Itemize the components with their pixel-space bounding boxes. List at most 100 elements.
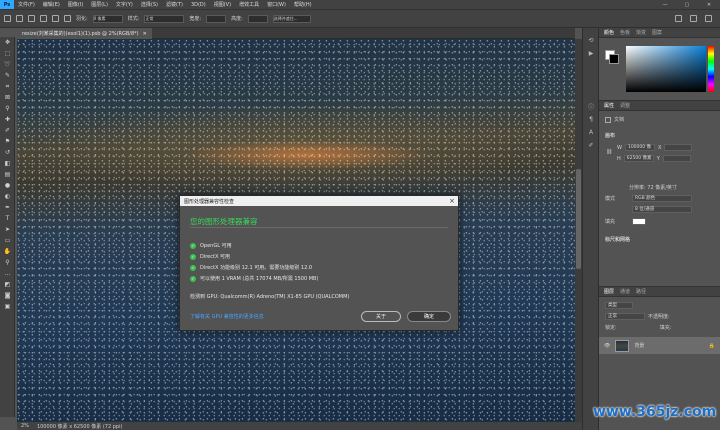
canvas-y-input[interactable] xyxy=(662,155,691,162)
menu-type[interactable]: 文字(Y) xyxy=(112,1,137,8)
canvas-x-input[interactable] xyxy=(664,144,693,151)
check-text: OpenGL 可用 xyxy=(200,243,232,249)
marquee-tool-icon[interactable] xyxy=(16,15,23,22)
tab-color[interactable]: 颜色 xyxy=(604,29,614,36)
check-text: DirectX 可用 xyxy=(200,254,230,260)
ok-button[interactable]: 确定 xyxy=(407,311,451,322)
add-selection-icon[interactable] xyxy=(40,15,47,22)
subtract-selection-icon[interactable] xyxy=(52,15,59,22)
brush-settings-icon[interactable]: ✐ xyxy=(583,139,599,152)
menu-plugins[interactable]: 增效工具 xyxy=(235,1,263,8)
fill-swatch[interactable] xyxy=(632,218,646,225)
frame-tool-icon[interactable]: ⊠ xyxy=(0,92,15,103)
link-icon[interactable]: ⛓ xyxy=(606,149,612,155)
about-button[interactable]: 关于 xyxy=(361,311,401,322)
stamp-tool-icon[interactable]: ⚑ xyxy=(0,136,15,147)
minimize-icon[interactable]: — xyxy=(654,2,676,8)
intersect-selection-icon[interactable] xyxy=(64,15,71,22)
history-icon[interactable]: ⟲ xyxy=(583,34,599,47)
canvas-width-input[interactable]: 100000 像 xyxy=(624,144,655,151)
tab-properties[interactable]: 属性 xyxy=(604,102,614,109)
quick-mask-icon[interactable]: ◙ xyxy=(0,290,15,301)
search-icon[interactable] xyxy=(675,15,682,22)
gradient-tool-icon[interactable]: ▤ xyxy=(0,169,15,180)
background-color-swatch[interactable] xyxy=(609,54,619,64)
gpu-learn-more-link[interactable]: 了解有关 GPU 兼容性的更多信息 xyxy=(190,313,264,320)
dodge-tool-icon[interactable]: ◐ xyxy=(0,191,15,202)
menu-image[interactable]: 图像(I) xyxy=(64,1,87,8)
tab-channels[interactable]: 通道 xyxy=(620,288,630,295)
menu-select[interactable]: 选择(S) xyxy=(137,1,162,8)
layer-row[interactable]: 👁 背景 🔒 xyxy=(599,337,720,354)
character-icon[interactable]: A xyxy=(583,126,599,139)
eyedropper-tool-icon[interactable]: ⚲ xyxy=(0,103,15,114)
color-picker-field[interactable] xyxy=(626,46,706,92)
maximize-icon[interactable]: ▢ xyxy=(676,2,698,8)
x-label: X xyxy=(657,144,662,151)
blur-tool-icon[interactable]: ● xyxy=(0,180,15,191)
actions-icon[interactable]: ▶ xyxy=(583,47,599,60)
tab-adjustments[interactable]: 调整 xyxy=(620,102,630,109)
menu-help[interactable]: 帮助(H) xyxy=(290,1,316,8)
quick-select-tool-icon[interactable]: ✎ xyxy=(0,70,15,81)
menu-view[interactable]: 视图(V) xyxy=(210,1,235,8)
home-icon[interactable] xyxy=(4,15,11,22)
menu-filter[interactable]: 滤镜(T) xyxy=(162,1,187,8)
menu-file[interactable]: 文件(F) xyxy=(14,1,39,8)
tab-swatches[interactable]: 色板 xyxy=(620,29,630,36)
mode-select[interactable]: RGB 颜色 xyxy=(632,195,692,202)
lasso-tool-icon[interactable]: ➰ xyxy=(0,59,15,70)
foreground-background-icon[interactable]: ◩ xyxy=(0,279,15,290)
dialog-close-icon[interactable]: × xyxy=(446,196,458,206)
menu-layer[interactable]: 图层(L) xyxy=(87,1,112,8)
close-window-icon[interactable]: ✕ xyxy=(698,2,720,8)
info-icon[interactable]: ⓘ xyxy=(583,100,599,113)
tab-paths[interactable]: 路径 xyxy=(636,288,646,295)
close-tab-icon[interactable]: ✕ xyxy=(143,31,147,37)
tab-gradients[interactable]: 渐变 xyxy=(636,29,646,36)
path-select-tool-icon[interactable]: ➤ xyxy=(0,224,15,235)
width-input[interactable] xyxy=(206,14,227,23)
layer-kind-select[interactable]: 类型 xyxy=(605,302,633,309)
healing-brush-tool-icon[interactable]: ✚ xyxy=(0,114,15,125)
move-tool-icon[interactable]: ✥ xyxy=(0,37,15,48)
vertical-scrollbar[interactable] xyxy=(575,39,582,422)
gpu-info: 检测到 GPU: Qualcomm(R) Adreno(TM) X1-85 GP… xyxy=(190,294,350,300)
type-tool-icon[interactable]: T xyxy=(0,213,15,224)
menu-edit[interactable]: 编辑(E) xyxy=(39,1,64,8)
document-tab[interactable]: resize(刘某采集的)(esol1)(1).psb @ 2%(RGB/8*)… xyxy=(17,28,152,39)
visibility-eye-icon[interactable]: 👁 xyxy=(604,343,610,349)
select-and-mask-button[interactable]: 选择并遮住... xyxy=(272,14,311,23)
mode-row: 模式 RGB 颜色 xyxy=(605,195,692,202)
hand-tool-icon[interactable]: ✋ xyxy=(0,246,15,257)
workspace-icon[interactable] xyxy=(690,15,697,22)
canvas-height-input[interactable]: 62500 像素 xyxy=(623,155,654,162)
scroll-thumb[interactable] xyxy=(576,169,581,269)
marquee-tool-icon[interactable]: ⬚ xyxy=(0,48,15,59)
menu-window[interactable]: 窗口(W) xyxy=(263,1,290,8)
rulers-grid-header[interactable]: 标尺和网格 xyxy=(605,236,630,243)
more-tools-icon[interactable]: … xyxy=(0,268,15,279)
feather-input[interactable]: 0 像素 xyxy=(92,14,123,23)
crop-tool-icon[interactable]: ⌗ xyxy=(0,81,15,92)
share-icon[interactable] xyxy=(705,15,712,22)
menu-3d[interactable]: 3D(D) xyxy=(187,2,210,8)
tab-layers[interactable]: 图层 xyxy=(604,288,614,295)
eraser-tool-icon[interactable]: ◧ xyxy=(0,158,15,169)
history-brush-tool-icon[interactable]: ↺ xyxy=(0,147,15,158)
zoom-level[interactable]: 2% xyxy=(21,423,29,429)
new-selection-icon[interactable] xyxy=(28,15,35,22)
canvas-header[interactable]: 画布 xyxy=(605,132,615,139)
style-select[interactable]: 正常 xyxy=(144,14,185,23)
shape-tool-icon[interactable]: ▭ xyxy=(0,235,15,246)
pen-tool-icon[interactable]: ✒ xyxy=(0,202,15,213)
hue-slider[interactable] xyxy=(708,46,714,92)
paragraph-icon[interactable]: ¶ xyxy=(583,113,599,126)
height-input[interactable] xyxy=(247,14,268,23)
depth-select[interactable]: 8 位/通道 xyxy=(632,206,692,213)
screen-mode-icon[interactable]: ▣ xyxy=(0,301,15,312)
tab-patterns[interactable]: 图案 xyxy=(652,29,662,36)
blend-mode-select[interactable]: 正常 xyxy=(605,313,645,320)
brush-tool-icon[interactable]: ✐ xyxy=(0,125,15,136)
zoom-tool-icon[interactable]: ⚲ xyxy=(0,257,15,268)
